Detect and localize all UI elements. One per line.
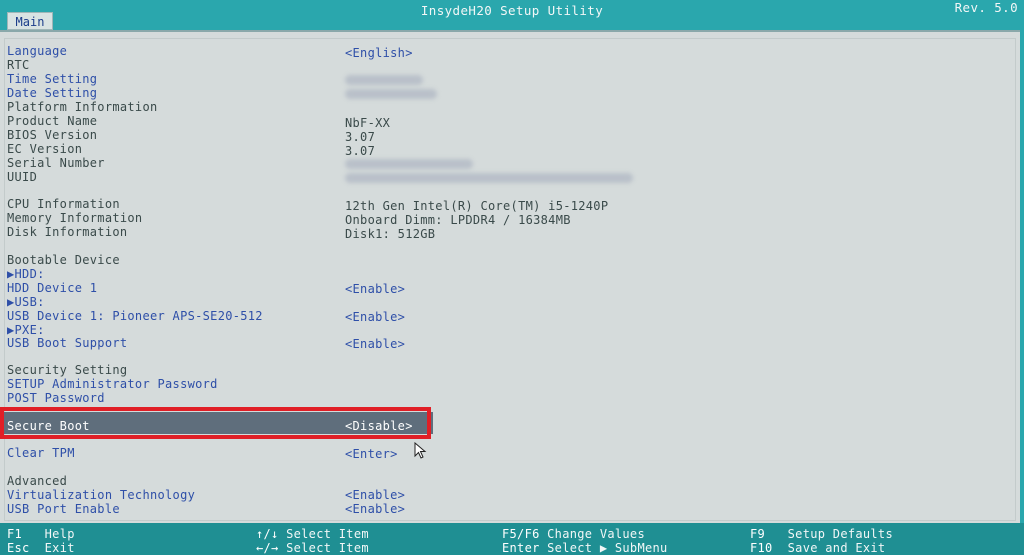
f1-key: F1: [7, 527, 23, 541]
hdd-device-1-value[interactable]: <Enable>: [345, 282, 405, 296]
language-value[interactable]: <English>: [345, 46, 413, 60]
time-setting-label[interactable]: Time Setting: [7, 72, 97, 86]
platform-information-heading: Platform Information: [7, 100, 158, 114]
date-value-redacted: [345, 89, 437, 99]
exit-hint: Esc Exit: [7, 542, 75, 555]
uuid-label: UUID: [7, 170, 38, 184]
security-setting-heading: Security Setting: [7, 363, 128, 377]
date-setting-label[interactable]: Date Setting: [7, 86, 97, 100]
cpu-information-value: 12th Gen Intel(R) Core(TM) i5-1240P: [345, 199, 609, 213]
product-name-value: NbF-XX: [345, 116, 391, 130]
bios-version-label: BIOS Version: [7, 128, 98, 142]
f10-text: Save and Exit: [787, 541, 886, 555]
virtualization-technology-value[interactable]: <Enable>: [345, 488, 405, 502]
setup-admin-password-label[interactable]: SETUP Administrator Password: [7, 377, 218, 391]
usb-submenu[interactable]: ▶USB:: [7, 295, 45, 309]
serial-number-redacted: [345, 159, 473, 169]
highlight-box: [0, 407, 431, 439]
revision-label: Rev. 5.0: [954, 0, 1018, 15]
time-value-redacted: [345, 75, 423, 85]
usb-boot-support-value[interactable]: <Enable>: [345, 337, 405, 351]
usb-port-enable-label[interactable]: USB Port Enable: [7, 502, 120, 516]
select-item-leftright-hint: ←/→ Select Item: [256, 542, 369, 555]
esc-key: Esc: [7, 541, 30, 555]
leftright-text: Select Item: [286, 541, 369, 555]
memory-information-value: Onboard Dimm: LPDDR4 / 16384MB: [345, 213, 571, 227]
setup-defaults-hint: F9 Setup Defaults: [750, 528, 893, 541]
leftright-key: ←/→: [256, 541, 279, 555]
ec-version-label: EC Version: [7, 142, 83, 156]
clear-tpm-value[interactable]: <Enter>: [345, 447, 398, 461]
enter-text: Select ▶ SubMenu: [547, 541, 668, 555]
usb-port-enable-value[interactable]: <Enable>: [345, 502, 405, 516]
usb-device-1-value[interactable]: <Enable>: [345, 310, 405, 324]
title-bar: Main InsydeH20 Setup Utility Rev. 5.0: [0, 0, 1024, 30]
usb-boot-support-label[interactable]: USB Boot Support: [7, 336, 127, 350]
rtc-label: RTC: [7, 58, 30, 72]
disk-information-value: Disk1: 512GB: [345, 227, 436, 241]
settings-panel: Language RTC Time Setting Date Setting P…: [0, 30, 1020, 525]
hdd-device-1-label[interactable]: HDD Device 1: [7, 281, 97, 295]
key-help-bar: F1 Help Esc Exit ↑/↓ Select Item ←/→ Sel…: [0, 523, 1024, 555]
f5f6-text: Change Values: [547, 527, 645, 541]
language-label[interactable]: Language: [7, 44, 67, 58]
change-values-hint: F5/F6 Change Values: [502, 528, 645, 541]
enter-key: Enter: [502, 541, 540, 555]
hdd-submenu[interactable]: ▶HDD:: [7, 267, 45, 281]
bios-version-value: 3.07: [345, 130, 376, 144]
cpu-information-label: CPU Information: [7, 197, 120, 211]
f9-text: Setup Defaults: [787, 527, 893, 541]
post-password-label[interactable]: POST Password: [7, 391, 105, 405]
pxe-submenu[interactable]: ▶PXE:: [7, 323, 45, 337]
f10-key: F10: [750, 541, 773, 555]
uuid-redacted: [345, 173, 633, 183]
panel-edge: [1020, 30, 1024, 523]
esc-text: Exit: [44, 541, 75, 555]
f1-text: Help: [44, 527, 75, 541]
product-name-label: Product Name: [7, 114, 98, 128]
usb-device-1-label[interactable]: USB Device 1: Pioneer APS-SE20-512: [7, 309, 263, 323]
mouse-cursor-icon: [414, 442, 427, 459]
window-title: InsydeH20 Setup Utility: [420, 3, 604, 18]
help-hint: F1 Help: [7, 528, 75, 541]
virtualization-technology-label[interactable]: Virtualization Technology: [7, 488, 195, 502]
f9-key: F9: [750, 527, 766, 541]
advanced-heading: Advanced: [7, 474, 68, 488]
disk-information-label: Disk Information: [7, 225, 128, 239]
save-exit-hint: F10 Save and Exit: [750, 542, 885, 555]
bootable-device-heading: Bootable Device: [7, 253, 120, 267]
updown-key: ↑/↓: [256, 527, 279, 541]
memory-information-label: Memory Information: [7, 211, 143, 225]
ec-version-value: 3.07: [345, 144, 376, 158]
updown-text: Select Item: [286, 527, 369, 541]
f5f6-key: F5/F6: [502, 527, 540, 541]
serial-number-label: Serial Number: [7, 156, 105, 170]
clear-tpm-label[interactable]: Clear TPM: [7, 446, 75, 460]
submenu-hint: Enter Select ▶ SubMenu: [502, 542, 668, 555]
select-item-updown-hint: ↑/↓ Select Item: [256, 528, 369, 541]
